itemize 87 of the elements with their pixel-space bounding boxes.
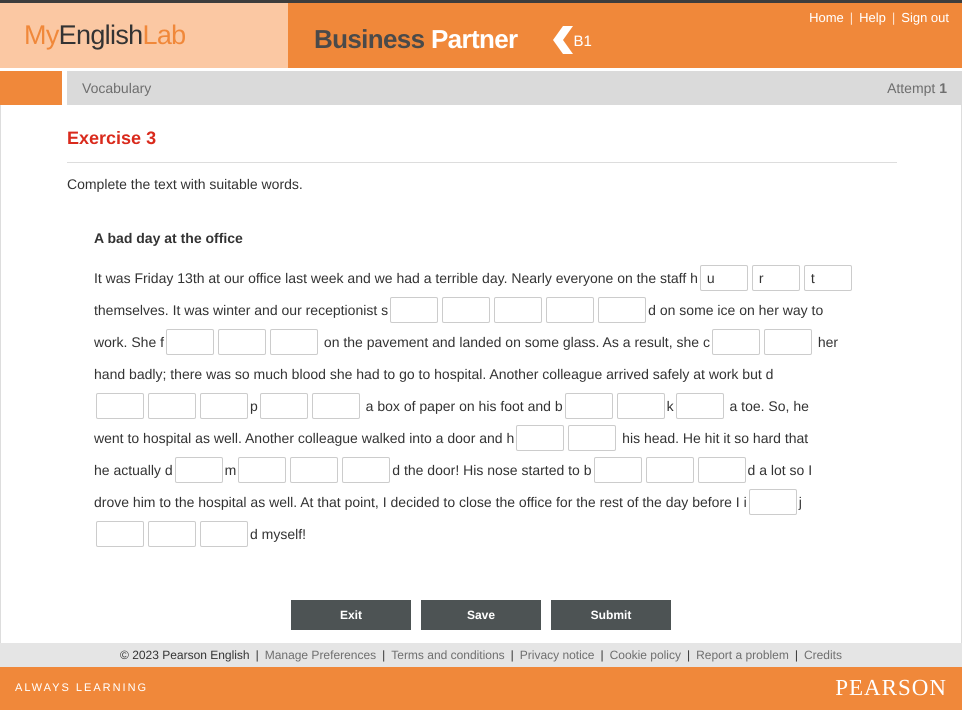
letter-field[interactable] <box>546 297 594 323</box>
link[interactable]: Report a problem <box>696 646 789 664</box>
passage-text: on the pavement and landed on some glass. As a result, she c <box>322 333 710 352</box>
accent-block <box>0 71 62 105</box>
brand-name: PEARSON <box>835 674 947 702</box>
letter-field[interactable] <box>442 297 490 323</box>
letter-field[interactable] <box>200 521 248 547</box>
letter-field[interactable] <box>148 521 196 547</box>
passage-text: d the door! His nose started to b <box>392 461 592 480</box>
letter-field[interactable] <box>218 329 266 355</box>
separator: | <box>892 9 896 27</box>
passage-text: a toe. So, he <box>728 397 809 416</box>
letter-field[interactable] <box>676 393 724 419</box>
letter-field[interactable] <box>390 297 438 323</box>
letter-field[interactable] <box>200 393 248 419</box>
passage-text: hand badly; there was so much blood she had to go to hospital. Another colleague arrived safely at work but d <box>94 365 774 384</box>
passage-title: A bad day at the office <box>94 229 244 248</box>
product-title: Business Partner <box>314 23 518 56</box>
link[interactable]: Cookie policy <box>610 646 681 664</box>
link[interactable]: Credits <box>804 646 842 664</box>
exercise-title: Exercise 3 <box>67 125 897 163</box>
letter-field[interactable] <box>646 457 694 483</box>
passage-text: themselves. It was winter and our receptionist s <box>94 301 388 320</box>
letter-field[interactable] <box>270 329 318 355</box>
letter-field[interactable] <box>764 329 812 355</box>
passage-text: d a lot so I <box>748 461 812 480</box>
letter-field[interactable] <box>598 297 646 323</box>
link[interactable]: Sign out <box>901 8 949 28</box>
passage-text: k <box>666 397 674 416</box>
attempt-label: Attempt 1 <box>887 78 947 98</box>
passage-text: work. She f <box>94 333 164 352</box>
letter-field[interactable]: t <box>804 265 852 291</box>
letter-field[interactable] <box>342 457 390 483</box>
passage-text: went to hospital as well. Another colleague walked into a door and h <box>94 429 514 448</box>
separator: | <box>600 647 604 664</box>
letter-field[interactable] <box>748 489 797 515</box>
passage-text: m <box>224 461 236 480</box>
passage-text: j <box>798 493 802 512</box>
separator: | <box>850 9 854 27</box>
section-title: Vocabulary <box>82 78 152 98</box>
letter-field[interactable] <box>564 393 613 419</box>
link[interactable]: Help <box>859 8 886 28</box>
passage-text: her <box>816 333 838 352</box>
level-label: B1 <box>573 32 592 52</box>
link[interactable]: Manage Preferences <box>264 646 376 664</box>
action-button[interactable]: Save <box>421 600 541 630</box>
instruction: Complete the text with suitable words. <box>67 175 304 194</box>
letter-field[interactable] <box>312 393 360 419</box>
letter-field[interactable] <box>594 457 642 483</box>
passage-text: his head. He hit it so hard that <box>621 429 808 448</box>
passage-text: It was Friday 13th at our office last week and we had a terrible day. Nearly everyone on the staff h <box>94 269 698 288</box>
link[interactable]: Home <box>809 8 844 28</box>
passage-text: drove him to the hospital as well. At that point, I decided to close the office for the rest of the day before I i <box>94 493 747 512</box>
action-button[interactable]: Exit <box>291 600 411 630</box>
passage-text: p <box>250 397 258 416</box>
separator: | <box>256 647 259 664</box>
separator: | <box>794 647 798 664</box>
letter-field[interactable] <box>238 457 286 483</box>
letter-field[interactable] <box>96 393 144 419</box>
letter-field[interactable] <box>568 425 616 451</box>
letter-field[interactable] <box>174 457 223 483</box>
tagline: ALWAYS LEARNING <box>15 681 148 696</box>
passage-text: d myself! <box>250 525 306 544</box>
copyright: © 2023 Pearson English <box>120 647 250 664</box>
letter-field[interactable] <box>260 393 308 419</box>
letter-field[interactable] <box>96 521 144 547</box>
passage-text: a box of paper on his foot and b <box>364 397 563 416</box>
action-button[interactable]: Submit <box>551 600 671 630</box>
letter-field[interactable]: u <box>700 265 748 291</box>
letter-field[interactable] <box>290 457 338 483</box>
letter-field[interactable] <box>712 329 760 355</box>
separator: | <box>686 647 690 664</box>
letter-field[interactable] <box>494 297 542 323</box>
letter-field[interactable] <box>616 393 665 419</box>
logo: MyEnglishLab <box>24 19 186 52</box>
letter-field[interactable] <box>516 425 564 451</box>
link[interactable]: Terms and conditions <box>391 646 505 664</box>
chevron-icon <box>551 26 576 54</box>
letter-field[interactable] <box>148 393 196 419</box>
letter-field[interactable] <box>166 329 214 355</box>
passage-text: d on some ice on her way to <box>648 301 824 320</box>
separator: | <box>510 647 514 664</box>
letter-field[interactable]: r <box>752 265 800 291</box>
passage-text: he actually d <box>94 461 173 480</box>
separator: | <box>382 647 386 664</box>
link[interactable]: Privacy notice <box>520 646 594 664</box>
letter-field[interactable] <box>698 457 746 483</box>
